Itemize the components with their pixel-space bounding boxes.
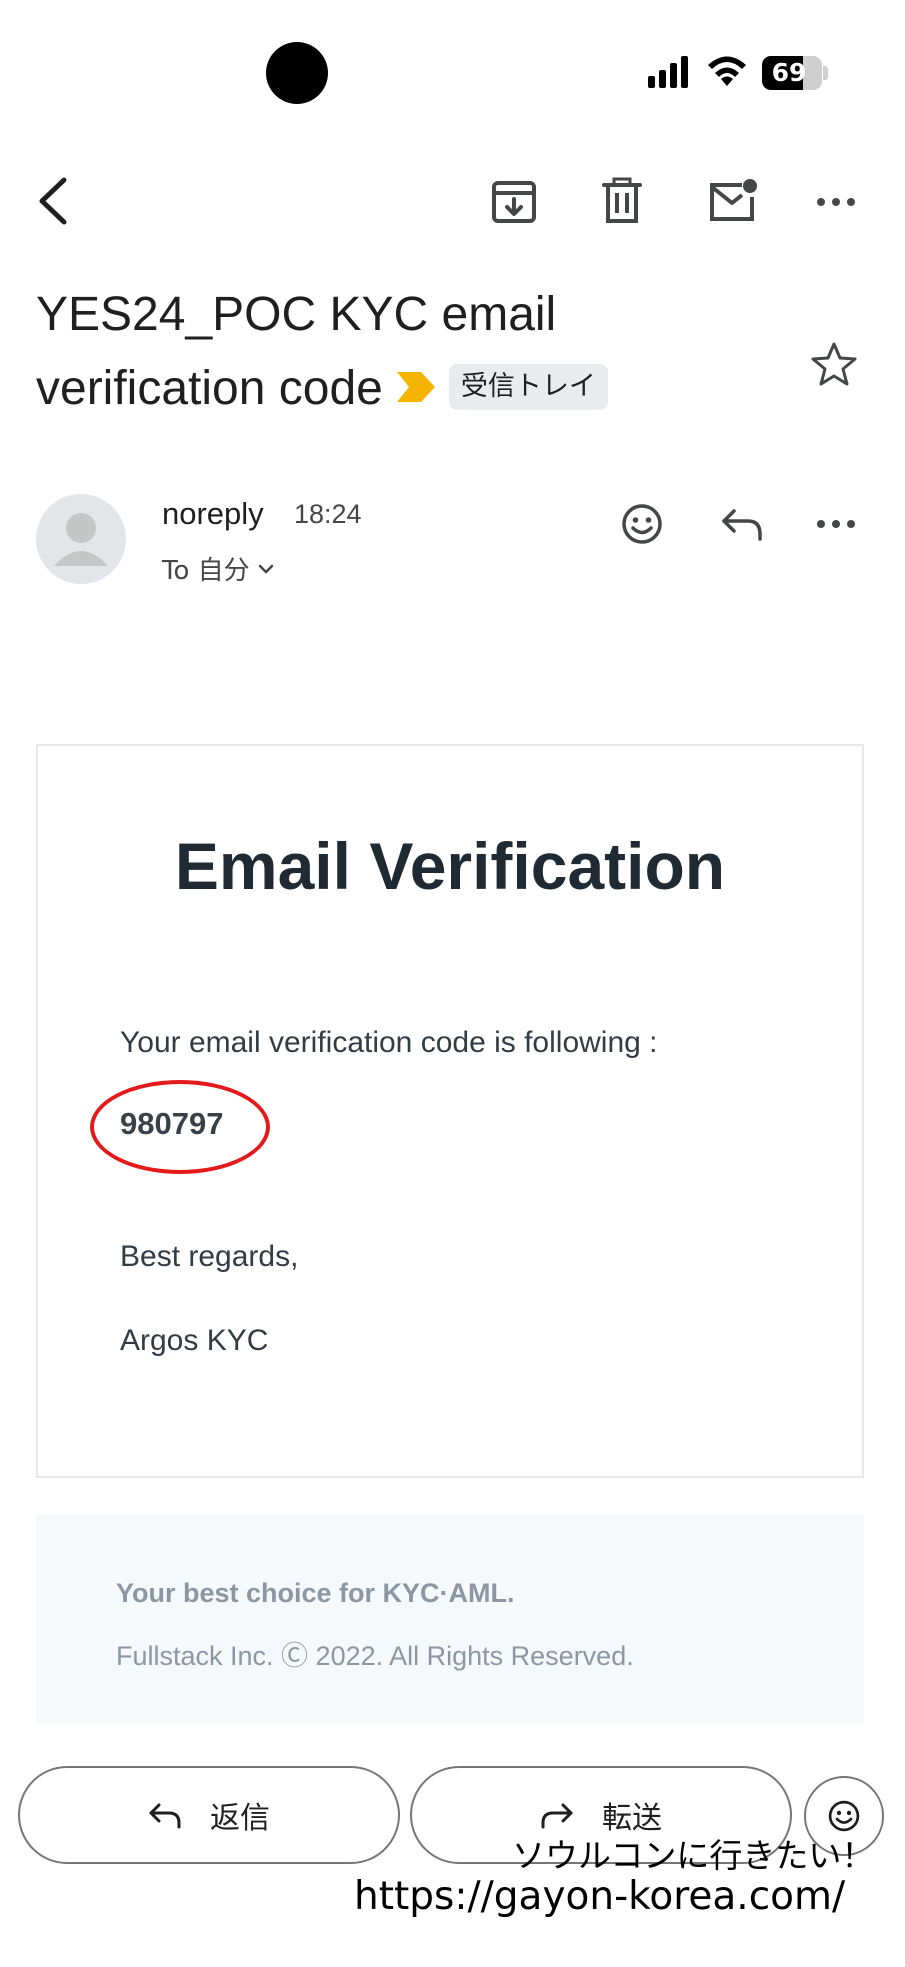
- more-options-button[interactable]: [806, 172, 866, 232]
- battery-cap: [823, 66, 828, 80]
- email-subject: YES24_POC KYC email verification code 受信ト…: [36, 278, 796, 426]
- mark-unread-icon: [710, 179, 757, 221]
- chevron-down-icon: [258, 564, 273, 574]
- email-heading: Email Verification: [174, 829, 726, 903]
- reply-button[interactable]: [710, 494, 774, 554]
- more-horizontal-icon: [817, 198, 855, 206]
- verification-code: 980797: [120, 1106, 224, 1141]
- important-marker-icon: [396, 372, 435, 403]
- reply-pill-button[interactable]: 返信: [18, 1766, 400, 1864]
- watermark-caption: ソウルコンに行きたい！: [512, 1836, 875, 1875]
- signature-text: Argos KYC: [120, 1324, 269, 1357]
- person-icon: [54, 513, 108, 566]
- front-camera: [266, 42, 328, 104]
- sent-time: 18:24: [294, 499, 362, 529]
- watermark-url: https://gayon-korea.com/: [354, 1874, 846, 1919]
- back-button[interactable]: [22, 166, 82, 236]
- more-horizontal-icon: [817, 520, 855, 528]
- sender-avatar[interactable]: [36, 494, 126, 584]
- star-icon: [811, 342, 857, 386]
- delete-button[interactable]: [592, 168, 652, 234]
- emoji-icon: [622, 504, 662, 544]
- back-arrow-icon: [39, 177, 67, 225]
- cellular-signal-icon: [648, 56, 688, 88]
- forward-icon: [541, 1803, 573, 1829]
- sender-name[interactable]: noreply: [162, 496, 264, 532]
- email-footer: Your best choice for KYC·AML. Fullstack …: [36, 1514, 864, 1724]
- trash-icon: [602, 177, 642, 223]
- reply-icon: [722, 509, 762, 541]
- reply-label: 返信: [210, 1801, 270, 1836]
- footer-copyright: Fullstack Inc. Ⓒ 2022. All Rights Reserv…: [116, 1641, 634, 1671]
- reply-icon: [149, 1803, 181, 1829]
- emoji-icon: [828, 1800, 860, 1832]
- intro-text: Your email verification code is followin…: [120, 1026, 658, 1059]
- status-bar: 69: [0, 0, 905, 150]
- mark-unread-button[interactable]: [700, 168, 764, 234]
- message-more-button[interactable]: [806, 494, 866, 554]
- email-body-card: Email Verification Your email verificati…: [36, 744, 864, 1478]
- battery-indicator: 69: [762, 56, 822, 90]
- footer-tagline: Your best choice for KYC·AML.: [116, 1578, 515, 1608]
- archive-button[interactable]: [484, 168, 544, 234]
- battery-level: 69: [771, 58, 807, 87]
- recipient-text: To 自分: [162, 556, 250, 586]
- inbox-label-chip[interactable]: 受信トレイ: [448, 364, 608, 411]
- recipient-details-toggle[interactable]: To 自分: [162, 550, 274, 587]
- wifi-icon: [708, 56, 746, 86]
- add-reaction-button[interactable]: [612, 494, 672, 554]
- archive-icon: [492, 181, 536, 223]
- star-button[interactable]: [804, 334, 864, 394]
- closing-text: Best regards,: [120, 1240, 299, 1273]
